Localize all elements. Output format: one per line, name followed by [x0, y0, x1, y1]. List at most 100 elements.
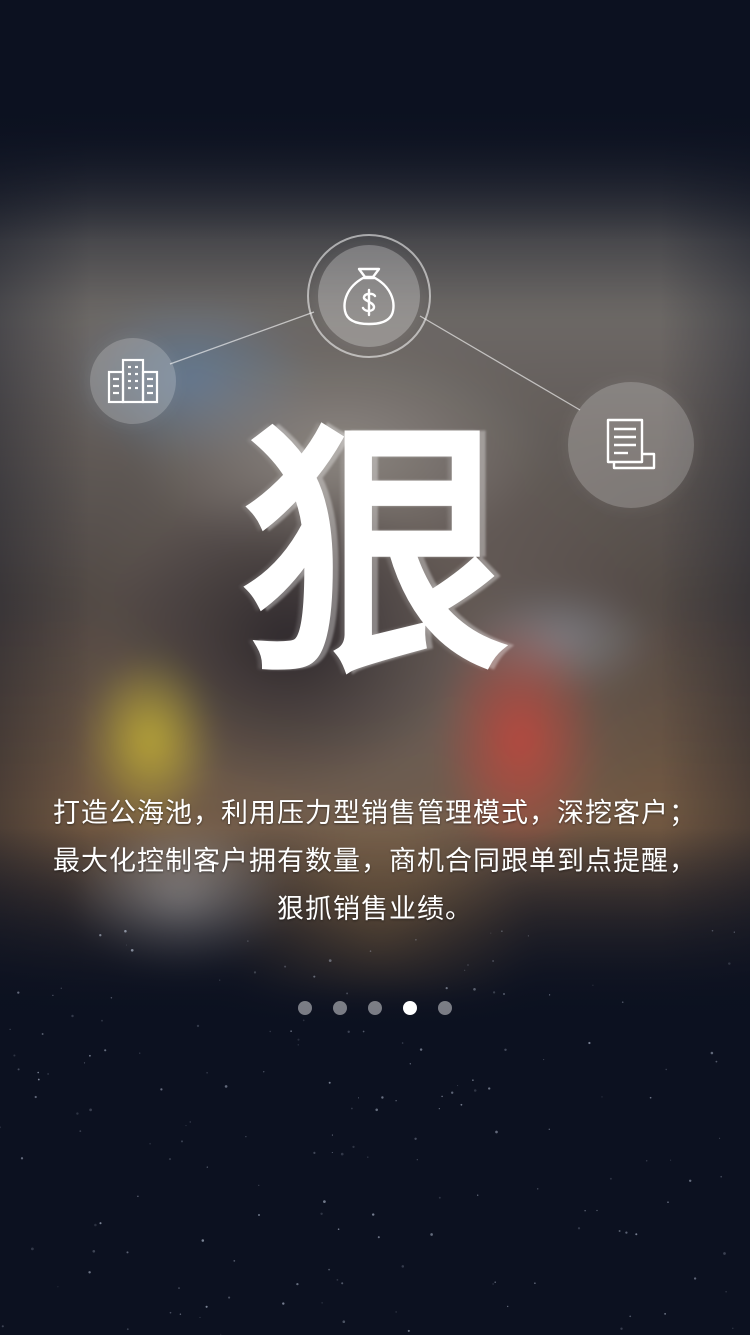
- star-dot: [381, 1096, 384, 1099]
- star-dot: [37, 1078, 40, 1081]
- star-dot: [609, 1177, 612, 1180]
- star-dot: [180, 1140, 184, 1143]
- hero-character: 狠: [241, 397, 509, 712]
- star-dot: [438, 1196, 441, 1199]
- star-dot: [302, 1019, 305, 1022]
- star-dot: [492, 991, 496, 994]
- star-dot: [94, 1223, 97, 1227]
- star-dot: [543, 1059, 545, 1061]
- star-dot: [451, 1091, 454, 1094]
- star-dot: [323, 1200, 326, 1203]
- onboarding-slide[interactable]: 狠 打造公海池，利用压力型销售管理模式，深挖客户； 最大化控制客户拥有数量，商机…: [0, 0, 750, 1335]
- star-dot: [645, 1159, 648, 1162]
- star-dot: [137, 1195, 139, 1198]
- star-dot: [527, 935, 530, 937]
- star-dot: [245, 1136, 247, 1138]
- star-dot: [407, 1329, 410, 1332]
- star-dot: [629, 1315, 632, 1318]
- star-dot: [247, 940, 249, 942]
- star-dot: [189, 1121, 191, 1123]
- star-dot: [504, 1048, 507, 1052]
- star-dot: [328, 1268, 331, 1271]
- star-dot: [125, 944, 128, 946]
- star-dot: [715, 1060, 718, 1063]
- star-dot: [169, 1311, 172, 1314]
- page-dot[interactable]: [298, 1001, 312, 1015]
- star-dot: [720, 1175, 722, 1178]
- star-dot: [185, 1125, 187, 1127]
- star-dot: [149, 1142, 151, 1145]
- page-dot-active[interactable]: [403, 1001, 417, 1015]
- star-dot: [492, 1283, 494, 1285]
- star-dot: [219, 979, 221, 981]
- slide-description: 打造公海池，利用压力型销售管理模式，深挖客户； 最大化控制客户拥有数量，商机合同…: [30, 790, 720, 934]
- star-dot: [57, 1286, 59, 1288]
- star-dot: [0, 1126, 2, 1129]
- star-dot: [179, 1313, 182, 1315]
- star-dot: [336, 1279, 339, 1281]
- page-dot[interactable]: [333, 1001, 347, 1015]
- star-dot: [9, 1028, 11, 1031]
- star-dot: [205, 1305, 208, 1308]
- money-bag-icon: [318, 245, 420, 347]
- star-dot: [160, 1088, 163, 1091]
- star-dot: [473, 1089, 477, 1092]
- star-dot: [401, 1042, 404, 1044]
- page-dot[interactable]: [438, 1001, 452, 1015]
- star-dot: [296, 1282, 299, 1286]
- star-dot: [346, 992, 349, 995]
- star-dot: [401, 1265, 405, 1268]
- document-icon: [568, 382, 694, 508]
- star-dot: [618, 1230, 621, 1232]
- star-dot: [719, 1137, 721, 1139]
- star-dot: [369, 950, 372, 952]
- star-dot: [337, 1228, 340, 1230]
- star-dot: [341, 1282, 344, 1285]
- star-dot: [464, 969, 466, 971]
- page-dot[interactable]: [368, 1001, 382, 1015]
- star-dot: [548, 1128, 551, 1131]
- star-dot: [664, 1313, 666, 1315]
- star-dot: [328, 1081, 331, 1084]
- star-dot: [688, 1179, 692, 1183]
- star-dot: [503, 993, 505, 995]
- star-dot: [321, 1302, 323, 1304]
- star-dot: [228, 1296, 231, 1299]
- star-dot: [263, 1071, 265, 1073]
- star-dot: [290, 1030, 292, 1032]
- star-dot: [472, 1079, 474, 1081]
- star-dot: [477, 1194, 479, 1196]
- star-dot: [101, 1019, 103, 1022]
- star-dot: [331, 1134, 333, 1136]
- star-dot: [577, 1227, 581, 1230]
- star-dot: [375, 1108, 378, 1112]
- star-dot: [588, 1041, 591, 1045]
- star-dot: [693, 1277, 697, 1280]
- star-dot: [488, 1087, 491, 1090]
- star-dot: [347, 1030, 350, 1033]
- star-dot: [79, 1130, 82, 1132]
- star-dot: [99, 934, 102, 937]
- star-dot: [467, 964, 469, 966]
- star-dot: [284, 965, 287, 968]
- star-dot: [126, 1251, 129, 1254]
- star-dot: [47, 1073, 49, 1075]
- star-dot: [17, 1068, 20, 1071]
- star-dot: [297, 1038, 300, 1041]
- star-dot: [34, 1095, 37, 1099]
- star-dot: [416, 1159, 418, 1161]
- star-dot: [313, 1151, 316, 1154]
- star-dot: [419, 1048, 423, 1051]
- star-dot: [201, 1239, 205, 1242]
- star-dot: [409, 1063, 411, 1065]
- star-dot: [206, 1072, 208, 1074]
- star-dot: [1, 1325, 4, 1328]
- star-dot: [357, 1097, 360, 1099]
- star-dot: [414, 1137, 417, 1140]
- star-dot: [130, 948, 134, 952]
- star-dot: [351, 1107, 353, 1110]
- star-dot: [328, 959, 332, 962]
- star-dot: [13, 1054, 16, 1057]
- star-dot: [20, 1157, 24, 1160]
- star-dot: [340, 1152, 344, 1156]
